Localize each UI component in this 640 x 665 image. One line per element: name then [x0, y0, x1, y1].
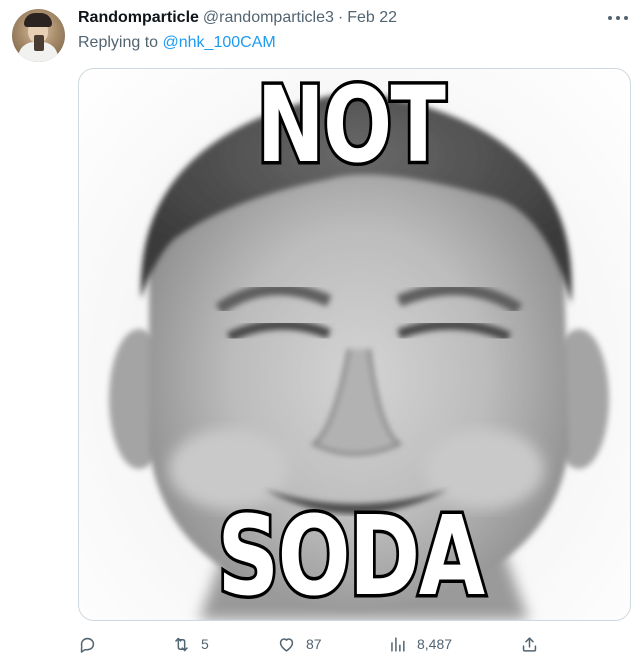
user-handle[interactable]: @randomparticle3	[203, 7, 334, 29]
avatar[interactable]	[12, 9, 65, 62]
share-button[interactable]	[520, 632, 539, 656]
like-button[interactable]: 87	[277, 632, 322, 656]
share-icon	[522, 636, 537, 652]
reply-icon	[80, 637, 95, 653]
tweet: Randomparticle @randomparticle3 · Feb 22…	[0, 0, 640, 665]
tweet-media-image[interactable]: NOT SODA	[78, 68, 631, 621]
retweet-count: 5	[201, 636, 209, 652]
tweet-actions: 5 87 8,487	[78, 632, 548, 656]
replying-to-label: Replying to	[78, 34, 159, 51]
reply-button[interactable]	[78, 632, 97, 656]
separator-dot: ·	[337, 9, 344, 26]
views-count: 8,487	[417, 636, 453, 652]
views-icon	[391, 636, 405, 652]
more-dot-icon	[624, 16, 628, 20]
like-count: 87	[306, 636, 322, 652]
avatar-hair-shape	[24, 13, 52, 27]
tweet-date[interactable]: Feb 22	[347, 7, 397, 29]
meme-top-text: NOT	[254, 68, 449, 186]
display-name[interactable]: Randomparticle	[78, 7, 199, 29]
views-button[interactable]: 8,487	[388, 632, 452, 656]
meme-bottom-text: SODA	[215, 492, 488, 620]
more-options-button[interactable]	[608, 12, 628, 24]
replying-to-link[interactable]: @nhk_100CAM	[163, 34, 276, 51]
heart-icon	[279, 637, 294, 652]
replying-to-line: Replying to @nhk_100CAM	[78, 33, 276, 53]
retweet-button[interactable]: 5	[172, 632, 209, 656]
retweet-icon	[175, 637, 188, 651]
more-dot-icon	[616, 16, 620, 20]
tweet-header: Randomparticle @randomparticle3 · Feb 22	[78, 7, 596, 31]
avatar-phone-shape	[34, 35, 44, 51]
more-dot-icon	[608, 16, 612, 20]
